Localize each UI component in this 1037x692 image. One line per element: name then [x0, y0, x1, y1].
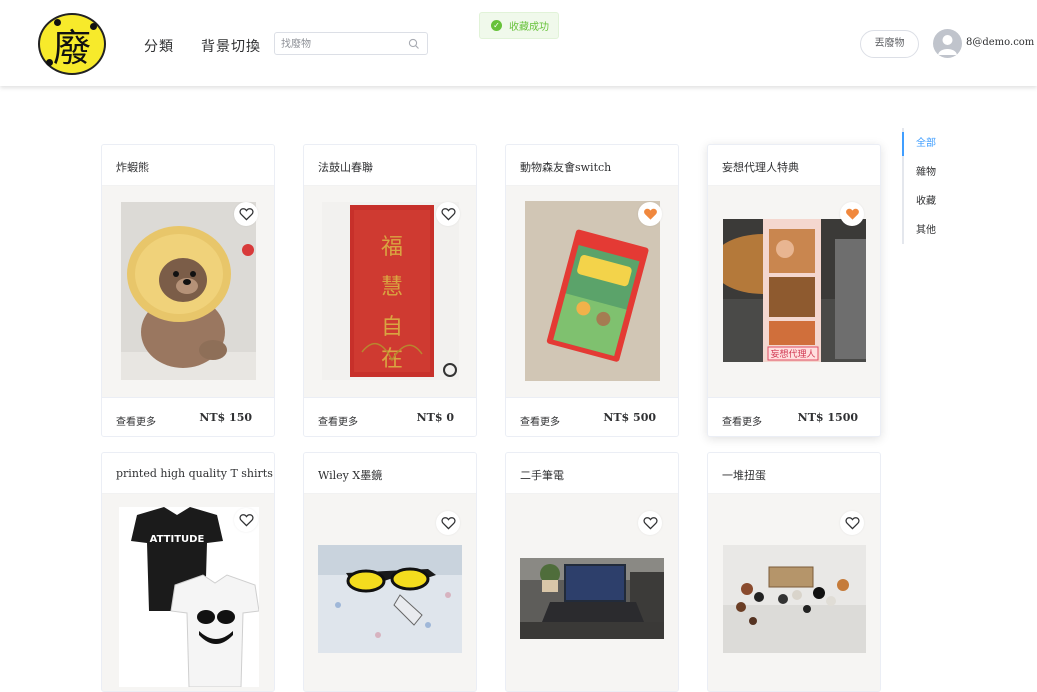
product-photo-sunglasses[interactable]	[318, 545, 462, 653]
product-photo-laptop[interactable]	[520, 558, 664, 639]
product-title: 法鼓山春聯	[304, 145, 476, 186]
product-card[interactable]: 妄想代理人特典 妄想代理人 查看更多 NT$ 1500	[707, 144, 881, 437]
view-more-link[interactable]: 查看更多	[520, 413, 560, 428]
category-other[interactable]: 其他	[904, 215, 936, 244]
category-tabs: 全部 雜物 收藏 其他	[902, 128, 936, 244]
couplet-char: 自	[381, 315, 403, 340]
user-icon	[938, 35, 957, 55]
nav-background-switch[interactable]: 背景切換	[201, 36, 261, 56]
heart-outline-icon	[238, 208, 254, 221]
search-box	[274, 32, 428, 55]
category-all[interactable]: 全部	[902, 128, 936, 157]
success-check-icon: ✓	[491, 20, 502, 31]
avatar[interactable]	[933, 29, 962, 58]
product-photo-red-couplet[interactable]: 福 慧 自 在	[322, 202, 459, 380]
product-photo-anime-bookmark[interactable]: 妄想代理人	[723, 219, 866, 362]
product-title: Wiley X墨鏡	[304, 453, 476, 494]
product-photo-tshirts[interactable]: ATTITUDE	[119, 507, 259, 687]
heart-outline-icon	[642, 517, 658, 530]
product-title: printed high quality T shirts	[102, 453, 274, 494]
product-photo-switch-game[interactable]	[525, 201, 660, 381]
card-footer: 查看更多 NT$ 1500	[708, 397, 880, 436]
product-title: 一堆扭蛋	[708, 453, 880, 494]
user-email[interactable]: 8@demo.com	[966, 37, 1034, 48]
couplet-char: 福	[381, 235, 403, 260]
heart-outline-icon	[440, 208, 456, 221]
product-card[interactable]: 二手筆電	[505, 452, 679, 692]
favorite-button[interactable]	[840, 511, 864, 535]
card-footer: 查看更多 NT$ 0	[304, 397, 476, 436]
product-title: 二手筆電	[506, 453, 678, 494]
product-price: NT$ 1500	[797, 411, 858, 424]
product-card[interactable]: Wiley X墨鏡	[303, 452, 477, 692]
bookmark-label-text: 妄想代理人	[770, 348, 815, 360]
favorite-button[interactable]	[436, 202, 460, 226]
product-photo-gashapon-figures[interactable]	[723, 545, 866, 653]
view-more-link[interactable]: 查看更多	[318, 413, 358, 428]
view-more-link[interactable]: 查看更多	[116, 413, 156, 428]
success-toast: ✓ 收藏成功	[479, 12, 559, 39]
product-card[interactable]: printed high quality T shirts ATTITUDE	[101, 452, 275, 692]
favorite-button[interactable]	[638, 511, 662, 535]
tshirt-print-text: ATTITUDE	[150, 534, 205, 545]
product-card[interactable]: 法鼓山春聯 福 慧 自 在 查看更多 NT$ 0	[303, 144, 477, 437]
heart-outline-icon	[238, 514, 254, 527]
product-card[interactable]: 一堆扭蛋	[707, 452, 881, 692]
product-card[interactable]: 炸蝦熊 查看更多 NT$ 150	[101, 144, 275, 437]
card-footer: 查看更多 NT$ 150	[102, 397, 274, 436]
product-price: NT$ 150	[199, 411, 252, 424]
category-misc[interactable]: 雜物	[904, 157, 936, 186]
heart-filled-icon	[845, 208, 859, 220]
product-title: 妄想代理人特典	[708, 145, 880, 186]
search-input[interactable]	[281, 36, 401, 52]
category-collection[interactable]: 收藏	[904, 186, 936, 215]
product-card[interactable]: 動物森友會switch 查看更多 NT$ 500	[505, 144, 679, 437]
product-title: 動物森友會switch	[506, 145, 678, 186]
favorite-button[interactable]	[638, 202, 662, 226]
favorite-button[interactable]	[234, 508, 258, 532]
view-more-link[interactable]: 查看更多	[722, 413, 762, 428]
card-footer: 查看更多 NT$ 500	[506, 397, 678, 436]
toast-message: 收藏成功	[509, 22, 549, 33]
favorite-button[interactable]	[840, 202, 864, 226]
favorite-button[interactable]	[234, 202, 258, 226]
couplet-char: 慧	[381, 275, 403, 300]
logo-dot	[90, 23, 97, 30]
search-icon[interactable]	[408, 38, 420, 50]
throw-waste-button[interactable]: 丟廢物	[860, 30, 919, 58]
product-price: NT$ 500	[603, 411, 656, 424]
heart-outline-icon	[440, 517, 456, 530]
logo-dot	[46, 59, 53, 66]
nav-categories[interactable]: 分類	[144, 36, 174, 56]
favorite-button[interactable]	[436, 511, 460, 535]
heart-outline-icon	[844, 517, 860, 530]
product-price: NT$ 0	[416, 411, 454, 424]
heart-filled-icon	[643, 208, 657, 220]
site-logo[interactable]: 廢	[38, 13, 106, 75]
product-title: 炸蝦熊	[102, 145, 274, 186]
product-photo-plush-bear[interactable]	[121, 202, 256, 380]
logo-dot	[54, 19, 61, 26]
